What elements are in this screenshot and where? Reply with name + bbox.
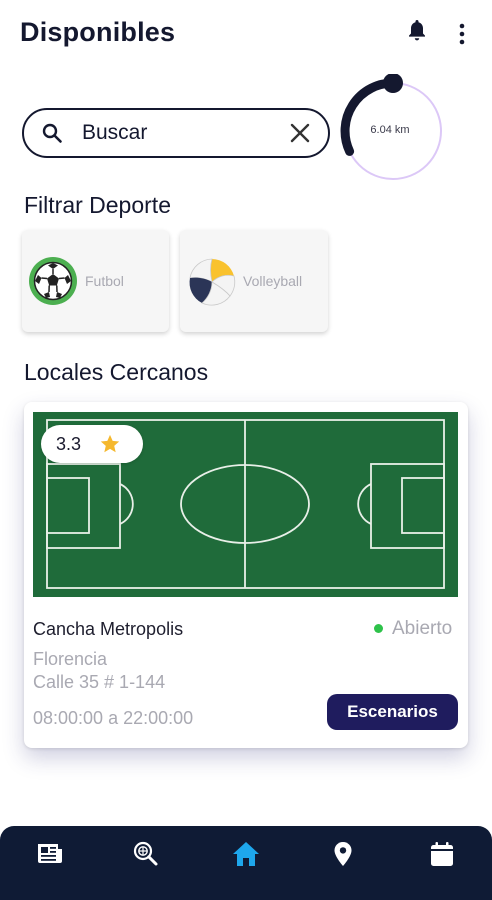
bottom-nav	[0, 826, 492, 900]
location-icon	[334, 842, 352, 866]
bell-icon[interactable]	[405, 18, 429, 44]
distance-slider-fill	[340, 78, 398, 156]
home-icon	[233, 842, 259, 866]
distance-slider[interactable]: 6.04 km	[336, 73, 444, 184]
nav-location[interactable]	[321, 836, 365, 880]
status-dot-icon	[374, 624, 383, 633]
filter-section-title: Filtrar Deporte	[24, 192, 171, 218]
venue-card[interactable]: 3.3 Cancha Metropolis Abierto Florencia …	[24, 402, 468, 748]
search-sport-icon	[133, 841, 158, 866]
status-label: Abierto	[392, 618, 453, 639]
sport-label-volleyball: Volleyball	[243, 273, 303, 289]
app-bar: Disponibles	[0, 0, 492, 68]
page-title: Disponibles	[20, 17, 176, 47]
venue-hours: 08:00:00 a 22:00:00	[33, 708, 194, 728]
search-icon	[42, 123, 62, 143]
news-icon	[38, 844, 62, 863]
venue-name: Cancha Metropolis	[33, 619, 184, 639]
distance-label: 6.04 km	[370, 124, 410, 136]
calendar-icon	[431, 842, 453, 866]
star-icon	[100, 434, 120, 453]
nav-search-sport[interactable]	[124, 836, 168, 880]
venue-address: Calle 35 # 1-144	[33, 672, 166, 692]
volleyball-icon	[189, 258, 236, 306]
sport-card-futbol[interactable]: Futbol	[22, 230, 169, 332]
escenarios-button[interactable]: Escenarios	[327, 694, 458, 730]
nav-news[interactable]	[28, 836, 72, 880]
search-bar[interactable]	[22, 108, 330, 158]
distance-slider-handle[interactable]	[383, 73, 403, 93]
close-icon[interactable]	[288, 121, 312, 145]
rating-badge: 3.3	[41, 425, 143, 463]
venue-city: Florencia	[33, 649, 108, 669]
more-vert-icon[interactable]	[450, 22, 474, 48]
nav-home[interactable]	[224, 836, 268, 880]
soccer-ball-icon	[29, 257, 77, 305]
search-input[interactable]	[82, 119, 282, 147]
sport-label-futbol: Futbol	[85, 273, 124, 289]
nearby-section-title: Locales Cercanos	[24, 359, 209, 385]
sport-card-volleyball[interactable]: Volleyball	[180, 230, 328, 332]
rating-value: 3.3	[56, 434, 82, 454]
nav-calendar[interactable]	[420, 836, 464, 880]
